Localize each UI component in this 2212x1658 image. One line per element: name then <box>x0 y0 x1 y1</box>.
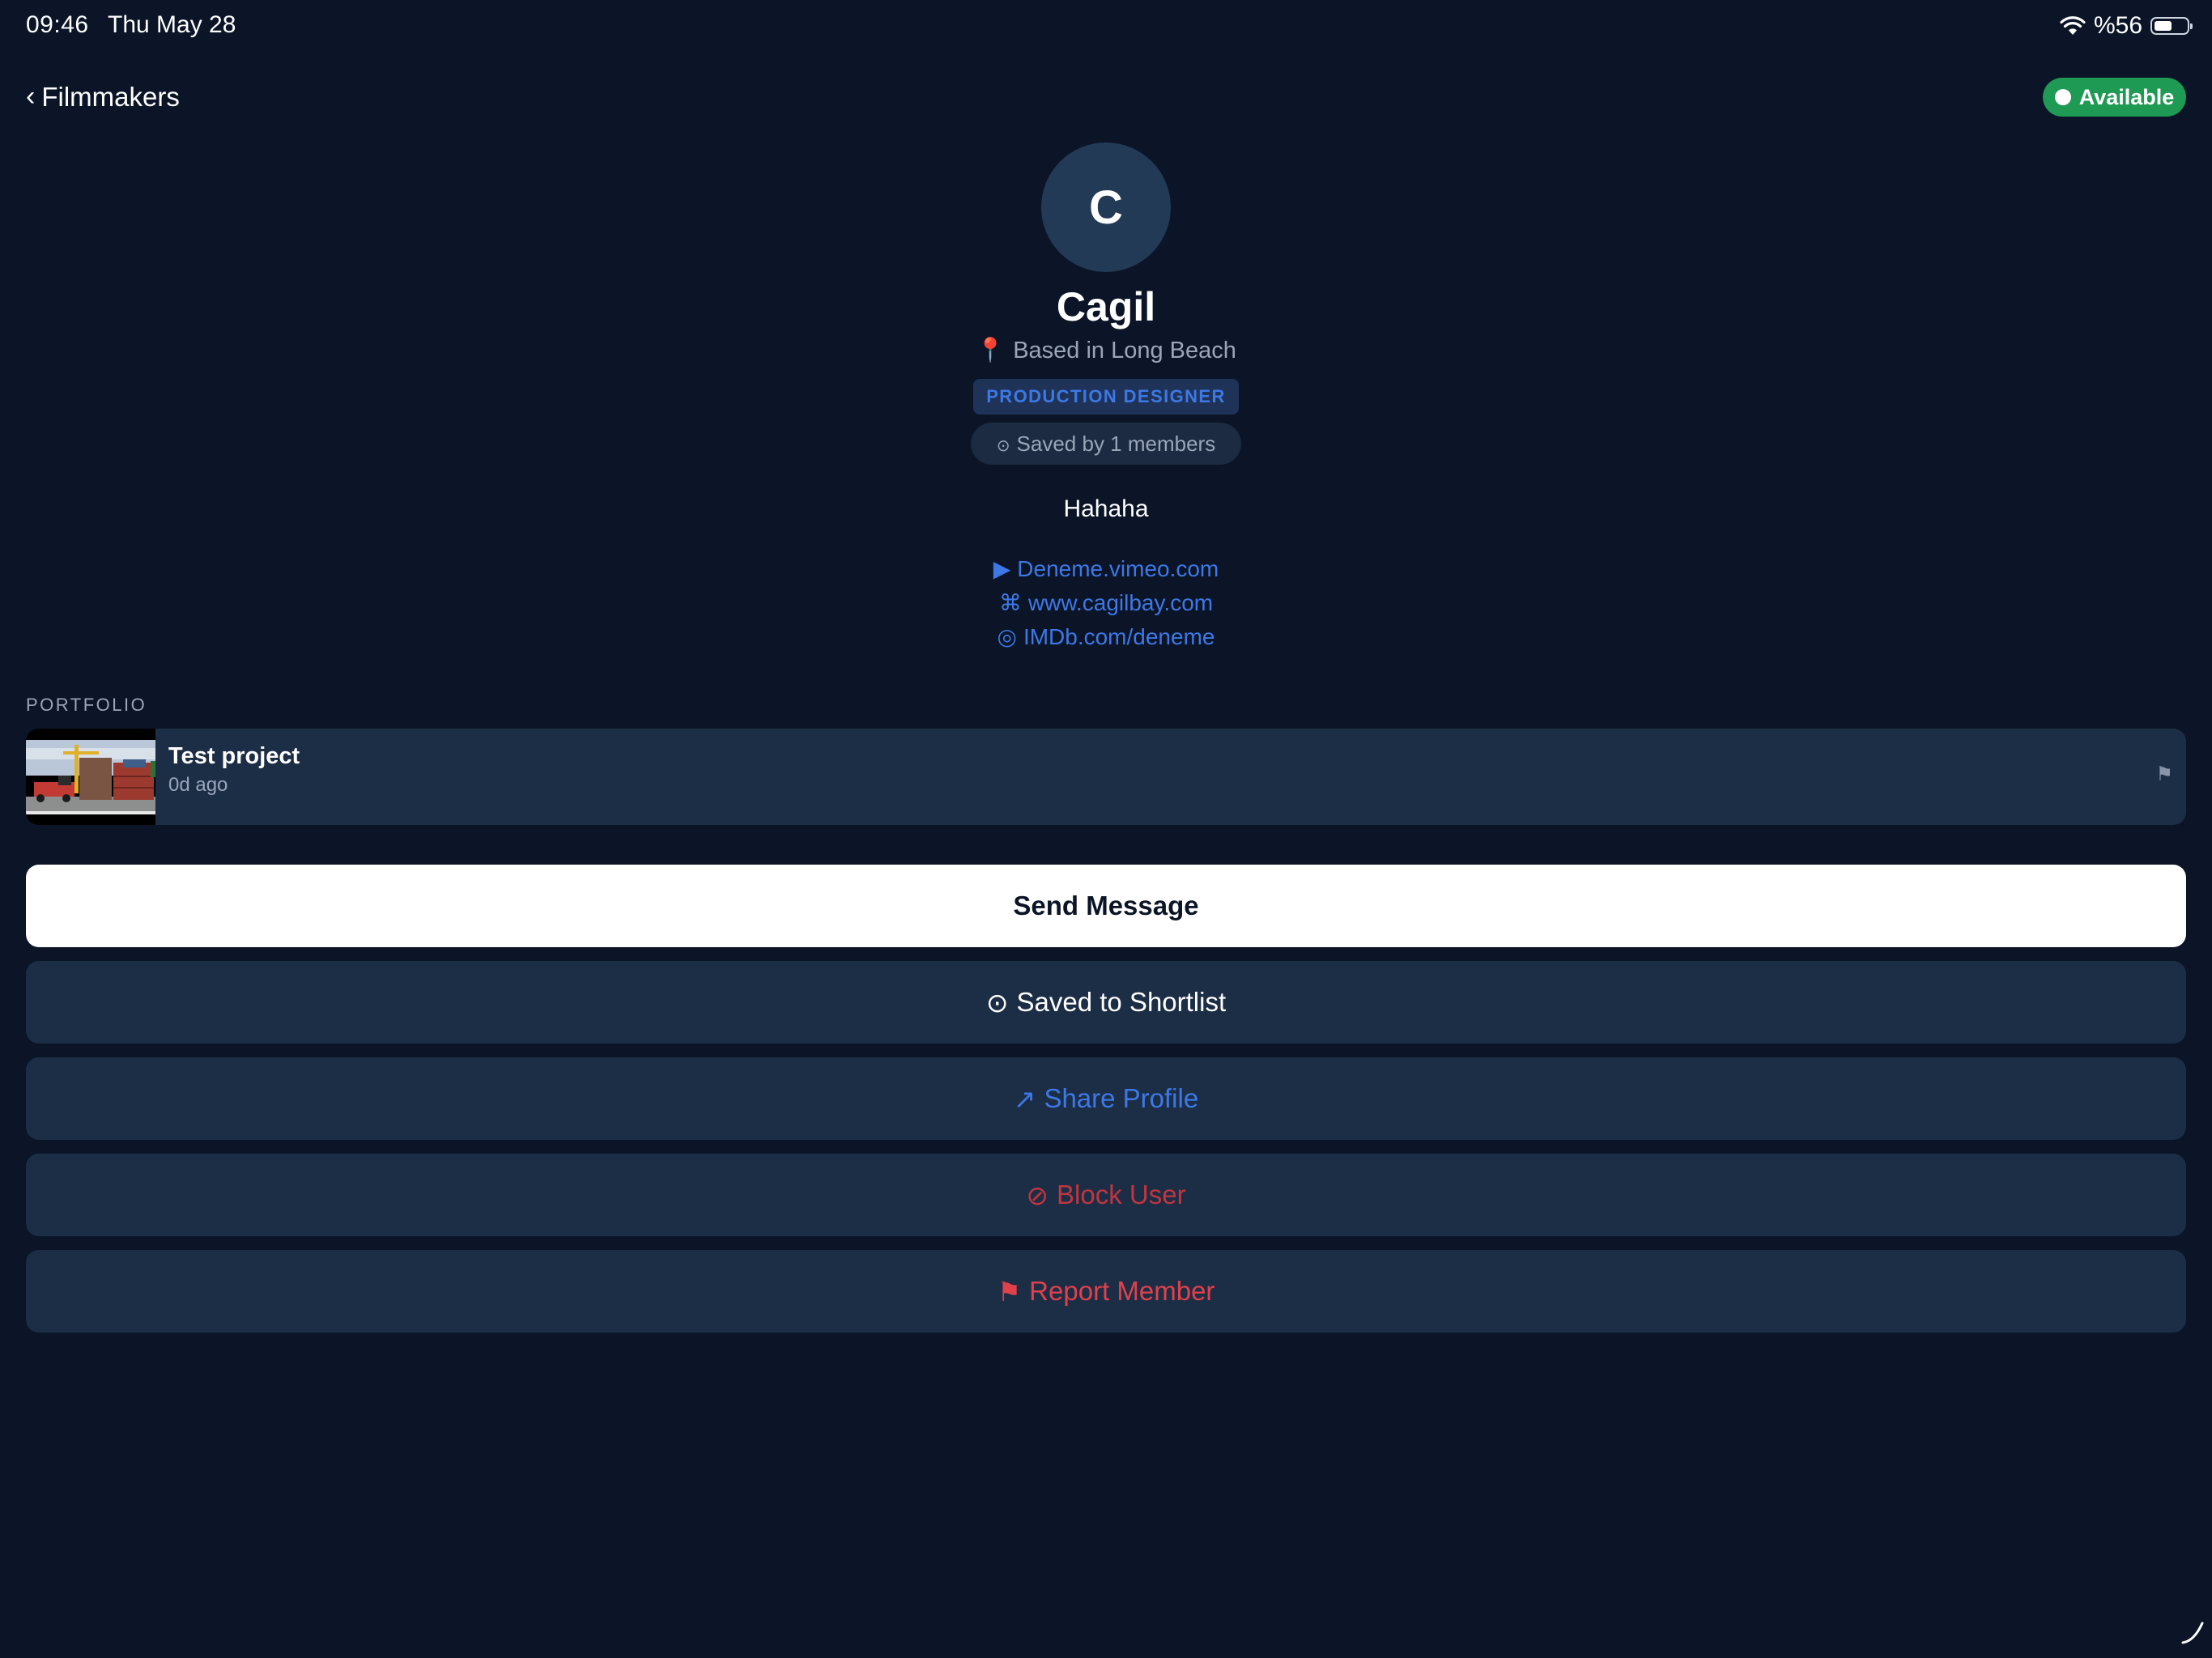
saved-icon: ⊙ <box>996 437 1010 455</box>
profile-bio: Hahaha <box>1063 495 1149 522</box>
status-dot-icon <box>2054 89 2071 105</box>
block-label: Block User <box>1057 1180 1186 1209</box>
shortlist-label: Saved to Shortlist <box>1016 987 1227 1017</box>
send-message-button[interactable]: Send Message <box>26 865 2186 947</box>
link-text: IMDb.com/deneme <box>1023 624 1215 649</box>
link-text: www.cagilbay.com <box>1027 590 1214 615</box>
corner-indicator-icon <box>2180 1618 2207 1650</box>
battery-fill <box>2155 21 2172 31</box>
back-label: Filmmakers <box>41 81 180 112</box>
battery-percent: %56 <box>2093 12 2142 39</box>
portfolio-section-label: PORTFOLIO <box>26 695 147 715</box>
location-text: Based in Long Beach <box>1013 338 1236 363</box>
share-label: Share Profile <box>1044 1083 1199 1113</box>
availability-label: Available <box>2078 84 2175 109</box>
availability-badge: Available <box>2043 78 2186 117</box>
role-badge: PRODUCTION DESIGNER <box>973 379 1239 414</box>
link-text: Deneme.vimeo.com <box>1017 556 1219 581</box>
block-user-button[interactable]: ⊘ Block User <box>26 1154 2186 1236</box>
avatar: C <box>1041 142 1171 272</box>
flag-icon[interactable]: ⚑ <box>2155 763 2173 786</box>
play-icon: ▶ <box>993 556 1011 581</box>
chevron-left-icon: ‹ <box>26 81 36 112</box>
report-label: Report Member <box>1029 1276 1215 1306</box>
location-pin-icon: 📍 <box>976 338 1006 363</box>
back-button[interactable]: ‹ Filmmakers <box>26 81 180 113</box>
portfolio-item-title: Test project <box>168 743 300 769</box>
battery-icon <box>2150 17 2193 35</box>
block-icon: ⊘ <box>1026 1180 1049 1210</box>
shortlist-button[interactable]: ⊙ Saved to Shortlist <box>26 961 2186 1044</box>
wifi-icon <box>2060 15 2086 36</box>
saved-count-text: Saved by 1 members <box>1016 432 1216 456</box>
share-icon: ↗ <box>1013 1083 1036 1114</box>
saved-count-pill: ⊙ Saved by 1 members <box>970 423 1242 465</box>
link-website[interactable]: ⌘ www.cagilbay.com <box>0 586 2212 620</box>
portfolio-item-time: 0d ago <box>168 774 228 796</box>
status-time: 09:46 <box>26 11 89 38</box>
send-message-label: Send Message <box>1013 891 1199 920</box>
portfolio-thumbnail <box>26 729 155 825</box>
profile-name: Cagil <box>1056 284 1156 329</box>
avatar-initial: C <box>1089 181 1123 234</box>
circle-icon: ◎ <box>997 624 1017 649</box>
role-row: PRODUCTION DESIGNER <box>0 379 2212 414</box>
share-profile-button[interactable]: ↗ Share Profile <box>26 1057 2186 1140</box>
profile-links: ▶ Deneme.vimeo.com ⌘ www.cagilbay.com ◎ IMD… <box>0 552 2212 654</box>
report-member-button[interactable]: ⚑ Report Member <box>26 1250 2186 1333</box>
link-imdb[interactable]: ◎ IMDb.com/deneme <box>0 620 2212 654</box>
status-date: Thu May 28 <box>108 11 236 38</box>
link-vimeo[interactable]: ▶ Deneme.vimeo.com <box>0 552 2212 586</box>
status-indicators: %56 <box>2060 10 2193 42</box>
profile-location: 📍 Based in Long Beach <box>0 337 2212 364</box>
shortlist-icon: ⊙ <box>985 987 1009 1018</box>
saved-row: ⊙ Saved by 1 members <box>0 423 2212 465</box>
portfolio-item[interactable]: Test project 0d ago ⚑ <box>26 729 2186 825</box>
report-flag-icon: ⚑ <box>997 1276 1022 1307</box>
status-bar: 09:46 Thu May 28 %56 <box>0 0 2212 52</box>
command-icon: ⌘ <box>998 590 1022 615</box>
